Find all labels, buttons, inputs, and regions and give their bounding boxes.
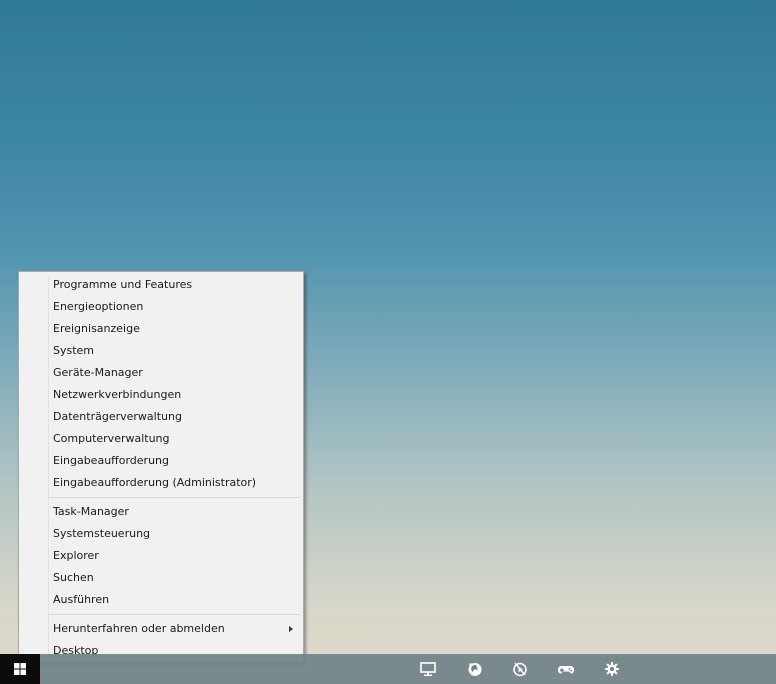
firefox-icon [468, 663, 482, 676]
taskbar-pin-media-player[interactable] [511, 660, 529, 678]
media-player-icon [513, 662, 527, 677]
menu-item-event-viewer[interactable]: Ereignisanzeige [19, 318, 303, 340]
menu-group-tools: Programme und Features Energieoptionen E… [19, 274, 303, 494]
menu-item-shutdown-or-signout[interactable]: Herunterfahren oder abmelden [19, 618, 303, 640]
desktop[interactable]: Programme und Features Energieoptionen E… [0, 0, 776, 684]
taskbar-pin-settings[interactable] [603, 660, 621, 678]
menu-item-search[interactable]: Suchen [19, 567, 303, 589]
menu-separator [49, 497, 300, 498]
menu-group-system: Task-Manager Systemsteuerung Explorer Su… [19, 501, 303, 611]
menu-item-control-panel[interactable]: Systemsteuerung [19, 523, 303, 545]
taskbar-pin-firefox[interactable] [466, 660, 484, 678]
taskbar-pin-games[interactable] [557, 660, 575, 678]
menu-item-label: Herunterfahren oder abmelden [53, 622, 225, 635]
menu-item-command-prompt[interactable]: Eingabeaufforderung [19, 450, 303, 472]
gamepad-icon [558, 666, 574, 674]
submenu-arrow-icon [289, 626, 293, 632]
menu-item-power-options[interactable]: Energieoptionen [19, 296, 303, 318]
taskbar-pin-desktop[interactable] [419, 660, 437, 678]
start-button[interactable] [0, 654, 40, 684]
menu-item-run[interactable]: Ausführen [19, 589, 303, 611]
taskbar [0, 654, 776, 684]
gear-icon [605, 662, 619, 676]
menu-item-programs-and-features[interactable]: Programme und Features [19, 274, 303, 296]
menu-item-disk-management[interactable]: Datenträgerverwaltung [19, 406, 303, 428]
menu-item-task-manager[interactable]: Task-Manager [19, 501, 303, 523]
menu-item-network-connections[interactable]: Netzwerkverbindungen [19, 384, 303, 406]
winx-context-menu: Programme und Features Energieoptionen E… [18, 271, 304, 663]
menu-item-computer-management[interactable]: Computerverwaltung [19, 428, 303, 450]
windows-logo-icon [14, 663, 26, 675]
menu-item-command-prompt-admin[interactable]: Eingabeaufforderung (Administrator) [19, 472, 303, 494]
menu-item-system[interactable]: System [19, 340, 303, 362]
menu-item-explorer[interactable]: Explorer [19, 545, 303, 567]
menu-item-device-manager[interactable]: Geräte-Manager [19, 362, 303, 384]
menu-separator [49, 614, 300, 615]
monitor-icon [420, 662, 436, 676]
